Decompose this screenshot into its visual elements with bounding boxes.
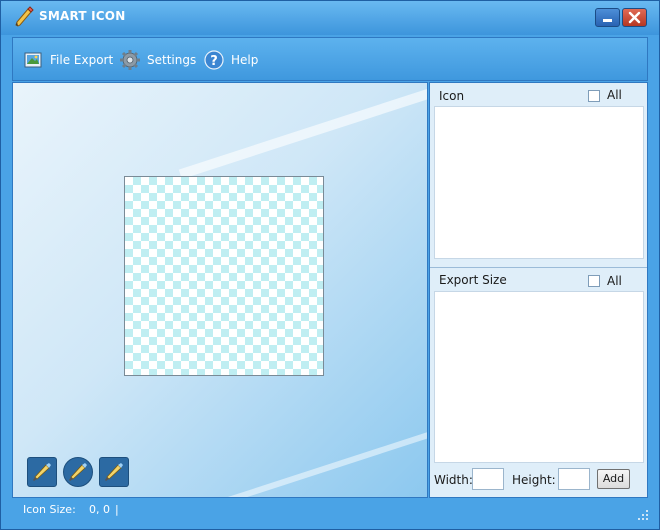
help-button[interactable]: ? Help: [203, 48, 258, 72]
file-export-label: File Export: [50, 53, 114, 67]
status-divider: |: [115, 503, 119, 516]
file-export-button[interactable]: File Export: [24, 48, 113, 72]
icon-all-checkbox[interactable]: [588, 90, 600, 102]
status-bar: Icon Size: 0, 0 |: [12, 499, 648, 521]
icon-panel-label: Icon: [439, 89, 465, 103]
brush-icon: [69, 463, 87, 481]
icon-all-label: All: [607, 88, 622, 102]
decor-streak: [178, 83, 427, 180]
add-size-button[interactable]: Add: [597, 469, 630, 489]
brush-tool-3-button[interactable]: [99, 457, 129, 487]
help-icon: ?: [204, 50, 224, 70]
close-button[interactable]: [622, 8, 647, 27]
window-title: SMART ICON: [39, 9, 126, 23]
width-input[interactable]: [472, 468, 504, 490]
panel-divider: [430, 267, 647, 268]
brush-tool-2-button[interactable]: [63, 457, 93, 487]
image-export-icon: [24, 52, 42, 68]
export-all-checkbox[interactable]: [588, 275, 600, 287]
right-panel: Icon All Export Size All Width: Height:: [429, 82, 648, 498]
minimize-icon: [603, 19, 612, 22]
decor-streak: [217, 426, 427, 497]
canvas-area: [12, 82, 428, 498]
export-all-label: All: [607, 274, 622, 288]
close-icon: [628, 11, 641, 24]
resize-grip-icon[interactable]: [636, 508, 650, 522]
help-label: Help: [231, 53, 259, 67]
icon-list[interactable]: [434, 106, 644, 259]
title-bar: SMART ICON: [1, 1, 659, 35]
export-size-label: Export Size: [439, 273, 507, 287]
height-label: Height:: [512, 473, 556, 487]
minimize-button[interactable]: [595, 8, 620, 27]
brush-icon: [105, 463, 123, 481]
icon-canvas[interactable]: [124, 176, 324, 376]
brush-tool-1-button[interactable]: [27, 457, 57, 487]
width-label: Width:: [434, 473, 473, 487]
icon-size-label: Icon Size:: [23, 503, 76, 516]
gear-icon: [120, 50, 140, 70]
brush-icon: [33, 463, 51, 481]
toolbar: File Export Settings ? Help: [12, 37, 648, 81]
settings-button[interactable]: Settings: [119, 48, 196, 72]
height-input[interactable]: [558, 468, 590, 490]
export-size-list[interactable]: [434, 291, 644, 463]
pencil-icon: [15, 6, 34, 27]
app-window: SMART ICON File Export Settings ? Help I…: [0, 0, 660, 530]
svg-text:?: ?: [210, 54, 218, 69]
settings-label: Settings: [147, 53, 197, 67]
icon-size-value: 0, 0: [89, 503, 110, 516]
